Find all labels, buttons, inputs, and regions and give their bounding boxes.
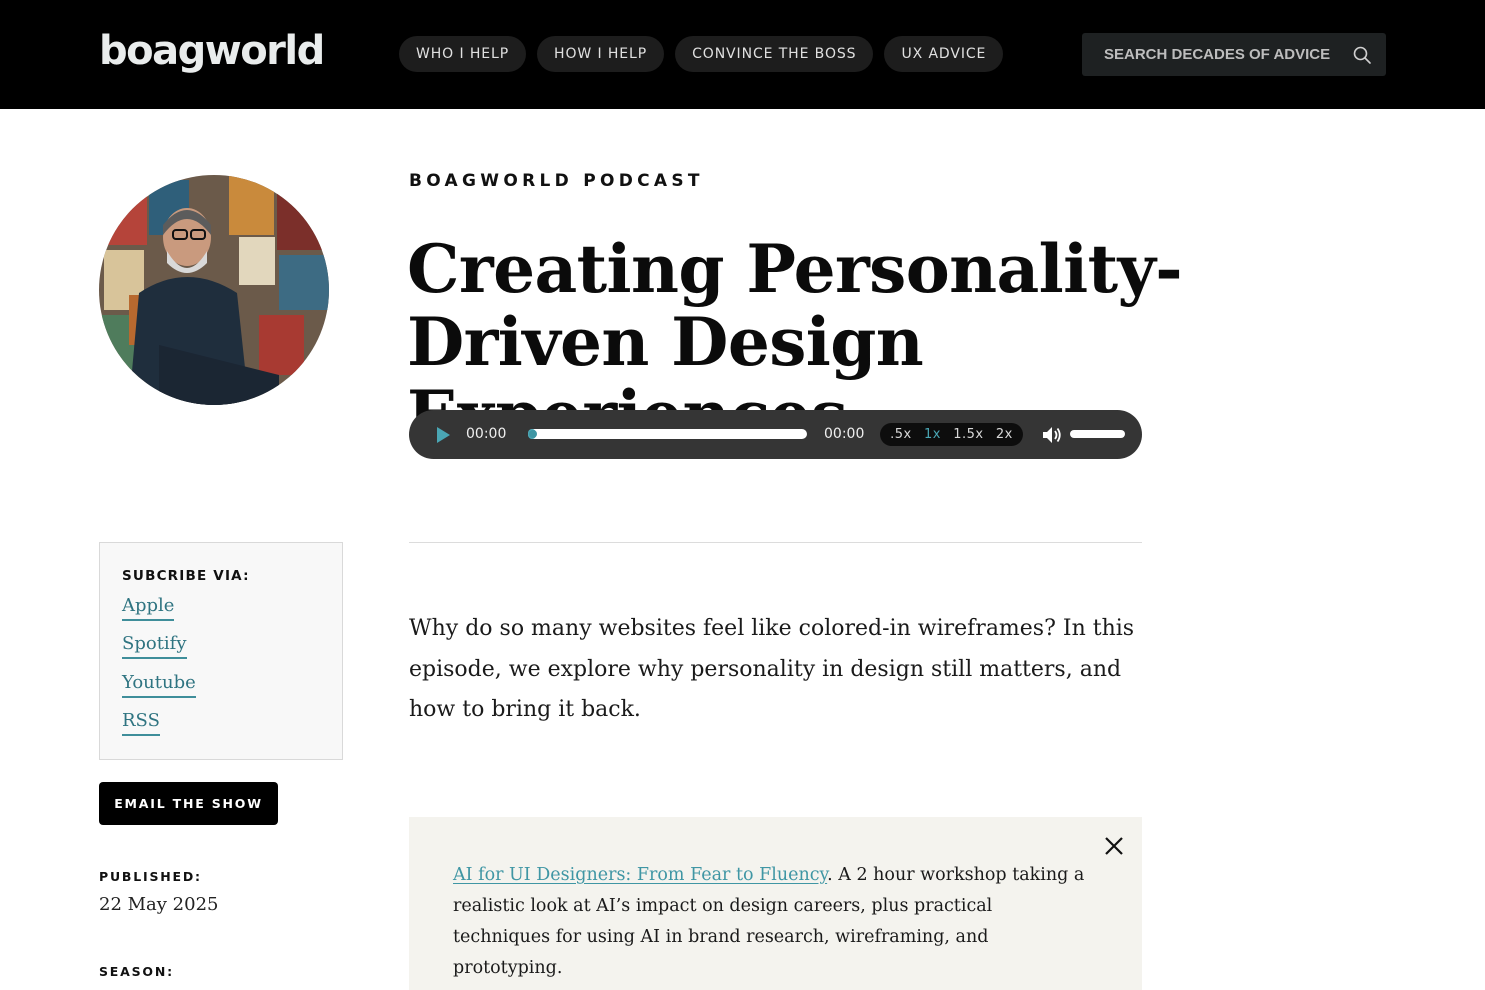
subscribe-panel: SUBCRIBE VIA: Apple Spotify Youtube RSS [99, 542, 343, 760]
episode-kicker: BOAGWORLD PODCAST [409, 171, 704, 191]
subscribe-rss-link[interactable]: RSS [122, 710, 160, 736]
promo-text: AI for UI Designers: From Fear to Fluenc… [453, 860, 1093, 984]
promo-link[interactable]: AI for UI Designers: From Fear to Fluenc… [453, 865, 827, 885]
progress-handle[interactable] [529, 430, 537, 438]
season-label: SEASON: [99, 964, 174, 979]
speed-0-5x[interactable]: .5x [890, 427, 912, 442]
playback-speed-group: .5x 1x 1.5x 2x [880, 423, 1023, 446]
content-divider [409, 542, 1142, 543]
nav-who-i-help[interactable]: WHO I HELP [399, 36, 527, 72]
speed-1-5x[interactable]: 1.5x [953, 427, 983, 442]
subscribe-youtube-link[interactable]: Youtube [122, 672, 196, 698]
volume-icon[interactable] [1041, 425, 1063, 445]
nav-how-i-help[interactable]: HOW I HELP [537, 36, 665, 72]
search-input[interactable] [1104, 46, 1334, 63]
main-nav: WHO I HELP HOW I HELP CONVINCE THE BOSS … [399, 36, 1004, 72]
subscribe-heading: SUBCRIBE VIA: [122, 568, 250, 584]
episode-intro: Why do so many websites feel like colore… [409, 616, 1135, 722]
progress-bar[interactable] [528, 429, 807, 439]
duration-time: 00:00 [824, 426, 865, 442]
play-icon[interactable] [433, 425, 453, 445]
speed-2x[interactable]: 2x [996, 427, 1013, 442]
current-time: 00:00 [466, 426, 507, 442]
site-header: boagworld WHO I HELP HOW I HELP CONVINCE… [0, 0, 1485, 109]
speed-1x[interactable]: 1x [924, 427, 941, 442]
email-the-show-button[interactable]: EMAIL THE SHOW [99, 782, 278, 825]
workshop-promo: AI for UI Designers: From Fear to Fluenc… [409, 817, 1142, 990]
site-logo[interactable]: boagworld [99, 28, 325, 74]
published-label: PUBLISHED: [99, 869, 202, 884]
host-avatar [99, 175, 329, 405]
subscribe-apple-link[interactable]: Apple [122, 595, 175, 621]
close-icon[interactable] [1103, 835, 1125, 857]
search-box [1082, 33, 1386, 76]
audio-player: 00:00 00:00 .5x 1x 1.5x 2x [409, 410, 1142, 459]
nav-convince-the-boss[interactable]: CONVINCE THE BOSS [675, 36, 874, 72]
nav-ux-advice[interactable]: UX ADVICE [884, 36, 1004, 72]
volume-slider[interactable] [1070, 430, 1125, 438]
search-icon[interactable] [1352, 45, 1372, 65]
published-date: 22 May 2025 [99, 894, 219, 915]
subscribe-spotify-link[interactable]: Spotify [122, 633, 187, 659]
